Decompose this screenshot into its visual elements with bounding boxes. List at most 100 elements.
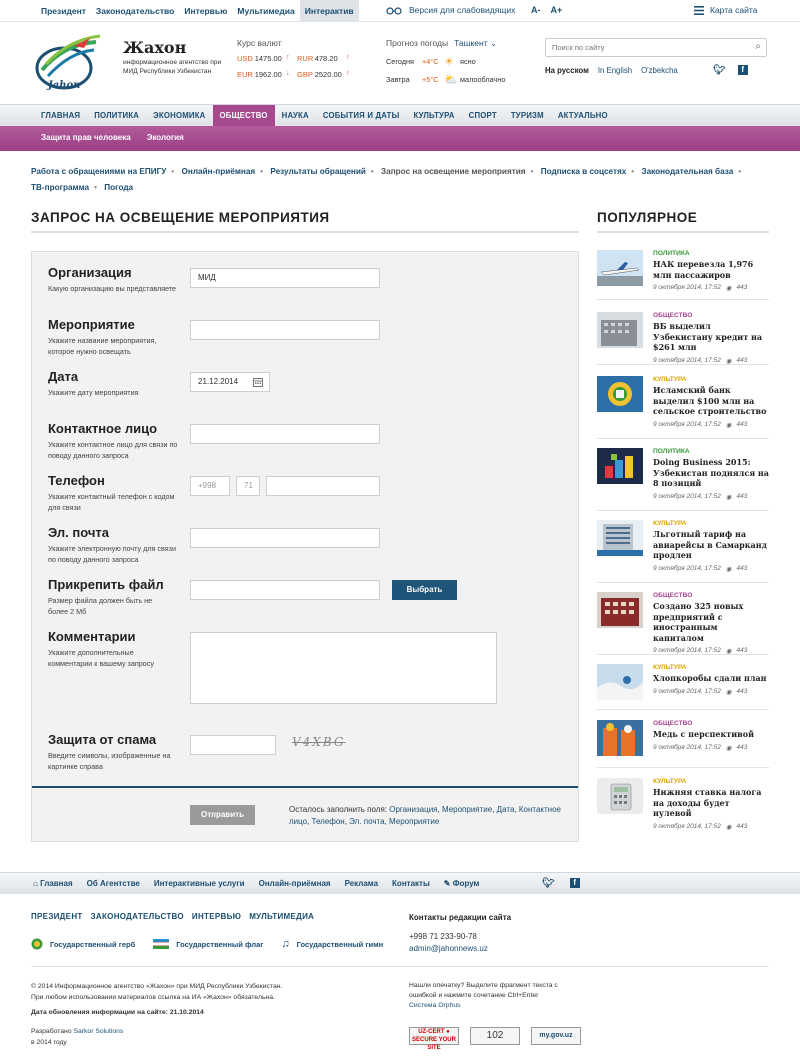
captcha-input[interactable] xyxy=(190,735,276,755)
top-link-multimedia[interactable]: Мультимедиа xyxy=(232,0,299,22)
nav-item-science[interactable]: НАУКА xyxy=(275,105,316,126)
email-input[interactable] xyxy=(190,528,380,548)
breadcrumb-item[interactable]: Подписка в соцсетях xyxy=(541,164,627,180)
lang-english[interactable]: In English xyxy=(598,66,632,75)
top-link-legislation[interactable]: Законодательство xyxy=(91,0,179,22)
nav-item-sport[interactable]: СПОРТ xyxy=(462,105,504,126)
symbol-emblem[interactable]: Государственный герб xyxy=(31,938,135,950)
news-title[interactable]: Doing Business 2015: Узбекистан поднялся… xyxy=(653,457,769,489)
contact-input[interactable] xyxy=(190,424,380,444)
subnav-item-ecology[interactable]: Экология xyxy=(147,126,184,150)
top-link-interactive[interactable]: Интерактив xyxy=(299,0,359,22)
lang-russian[interactable]: На русском xyxy=(545,66,589,75)
comment-textarea[interactable] xyxy=(190,632,497,704)
footer-link-multimedia[interactable]: МУЛЬТИМЕДИА xyxy=(249,912,314,921)
submit-button[interactable]: Отправить xyxy=(190,805,255,825)
event-input[interactable] xyxy=(190,320,380,340)
city-select[interactable]: Ташкент ⌄ xyxy=(454,38,497,48)
facebook-icon[interactable]: f xyxy=(569,878,580,888)
news-title[interactable]: ВБ выделил Узбекистану кредит на $261 мл… xyxy=(653,321,769,353)
nav-item-actual[interactable]: АКТУАЛЬНО xyxy=(551,105,615,126)
news-title[interactable]: Создано 325 новых предприятий с иностран… xyxy=(653,601,769,643)
choose-file-button[interactable]: Выбрать xyxy=(392,580,457,600)
news-title[interactable]: Исламский банк выделил $100 млн на сельс… xyxy=(653,385,769,417)
twitter-icon[interactable]: 🐦︎ xyxy=(713,65,726,76)
nav-item-politics[interactable]: ПОЛИТИКА xyxy=(87,105,146,126)
field-hint: Укажите электронную почту для связи по п… xyxy=(48,544,176,564)
facebook-icon[interactable]: f xyxy=(737,65,748,75)
breadcrumb-item[interactable]: Результаты обращений xyxy=(270,164,366,180)
news-title[interactable]: НАК перевезла 1,976 млн пассажиров xyxy=(653,259,769,280)
search-input[interactable] xyxy=(546,39,736,56)
counter-badge[interactable]: 102 xyxy=(470,1027,520,1045)
news-divider xyxy=(597,767,769,768)
news-title[interactable]: Льготный тариф на авиарейсы в Самарканд … xyxy=(653,529,769,561)
jahon-logo[interactable]: Jahon xyxy=(34,34,104,94)
nav-item-events[interactable]: СОБЫТИЯ И ДАТЫ xyxy=(316,105,407,126)
subnav-item-human-rights[interactable]: Защита прав человека xyxy=(41,126,131,150)
news-category: ОБЩЕСТВО xyxy=(653,592,693,599)
footer-link-president[interactable]: ПРЕЗИДЕНТ xyxy=(31,912,83,921)
nav-item-tourism[interactable]: ТУРИЗМ xyxy=(504,105,551,126)
page-title: ЗАПРОС НА ОСВЕЩЕНИЕ МЕРОПРИЯТИЯ xyxy=(31,210,330,225)
orphus-link[interactable]: Система Orphus xyxy=(409,1001,579,1011)
news-title[interactable]: Хлопкоробы сдали план xyxy=(653,673,769,684)
visually-impaired-link[interactable]: Версия для слабовидящих xyxy=(386,5,515,15)
nav-item-culture[interactable]: КУЛЬТУРА xyxy=(406,105,461,126)
news-title[interactable]: Нижняя ставка налога на доходы будет нул… xyxy=(653,787,769,819)
phone-country-input[interactable]: +998 xyxy=(190,476,230,496)
home-icon: ⌂ xyxy=(33,879,38,888)
file-path-input[interactable] xyxy=(190,580,380,600)
remaining-field[interactable]: Организация xyxy=(389,805,437,814)
developer-link[interactable]: Sarkor Solutions xyxy=(73,1028,123,1035)
footer-nav-services[interactable]: Интерактивные услуги xyxy=(154,873,245,895)
top-link-president[interactable]: Президент xyxy=(36,0,91,22)
phone-number-input[interactable] xyxy=(266,476,380,496)
footer-nav-forum[interactable]: ✎ Форум xyxy=(444,873,480,895)
footer-nav-contacts[interactable]: Контакты xyxy=(392,873,430,895)
uzcert-badge[interactable]: UZ-CERT ● SECURE YOUR SITE xyxy=(409,1027,459,1051)
nav-item-society[interactable]: ОБЩЕСТВО xyxy=(212,105,275,126)
field-event: Мероприятие Укажите название мероприятия… xyxy=(48,317,178,357)
font-increase-button[interactable]: A+ xyxy=(551,5,563,15)
sitemap-link[interactable]: Карта сайта xyxy=(694,5,757,15)
news-title[interactable]: Медь с перспективой xyxy=(653,729,769,740)
symbol-flag[interactable]: Государственный флаг xyxy=(153,938,263,950)
remaining-field[interactable]: Эл. почта xyxy=(349,817,384,826)
breadcrumb-item[interactable]: Законодательная база xyxy=(641,164,733,180)
contacts-email[interactable]: admin@jahonnews.uz xyxy=(409,943,511,955)
popular-divider xyxy=(597,231,769,233)
footer-nav-ads[interactable]: Реклама xyxy=(345,873,378,895)
breadcrumb-item[interactable]: Погода xyxy=(104,180,133,196)
bullet-separator: • xyxy=(738,167,742,176)
phone-code-input[interactable]: 71 xyxy=(236,476,260,496)
footer-nav-home[interactable]: ⌂ Главная xyxy=(33,873,73,895)
search-icon[interactable]: ⌕ xyxy=(755,41,761,52)
symbol-anthem[interactable]: ♫ Государственный гимн xyxy=(281,938,383,950)
footer-link-legislation[interactable]: ЗАКОНОДАТЕЛЬСТВО xyxy=(91,912,184,921)
date-input[interactable]: 21.12.2014 xyxy=(190,372,270,392)
breadcrumb-item[interactable]: Работа с обращениями на ЕПИГУ xyxy=(31,164,166,180)
remaining-field[interactable]: Мероприятие xyxy=(442,805,492,814)
nav-item-economy[interactable]: ЭКОНОМИКА xyxy=(146,105,212,126)
footer-link-interview[interactable]: ИНТЕРВЬЮ xyxy=(192,912,241,921)
twitter-icon[interactable]: 🐦︎ xyxy=(542,878,555,889)
breadcrumb-item[interactable]: Онлайн-приёмная xyxy=(182,164,256,180)
remaining-field[interactable]: Дата xyxy=(497,805,515,814)
nav-item-home[interactable]: ГЛАВНАЯ xyxy=(34,105,87,126)
field-label: Эл. почта xyxy=(48,525,110,540)
organization-input[interactable]: МИД xyxy=(190,268,380,288)
top-link-interview[interactable]: Интервью xyxy=(179,0,232,22)
field-date: Дата Укажите дату мероприятия xyxy=(48,369,178,399)
calendar-icon[interactable] xyxy=(253,377,263,387)
remaining-field[interactable]: Мероприятие xyxy=(389,817,439,826)
currency-row: EUR 1962.00 ↓ GBP 2520.00 ↑ xyxy=(237,70,357,79)
remaining-field[interactable]: Телефон xyxy=(312,817,345,826)
mygov-badge[interactable]: my.gov.uz xyxy=(531,1027,581,1045)
news-category: КУЛЬТУРА xyxy=(653,520,687,527)
footer-nav-reception[interactable]: Онлайн-приёмная xyxy=(259,873,331,895)
font-decrease-button[interactable]: A- xyxy=(531,5,541,15)
lang-uzbek[interactable]: O'zbekcha xyxy=(641,66,678,75)
breadcrumb-item[interactable]: ТВ-программа xyxy=(31,180,89,196)
footer-nav-about[interactable]: Об Агентстве xyxy=(87,873,140,895)
